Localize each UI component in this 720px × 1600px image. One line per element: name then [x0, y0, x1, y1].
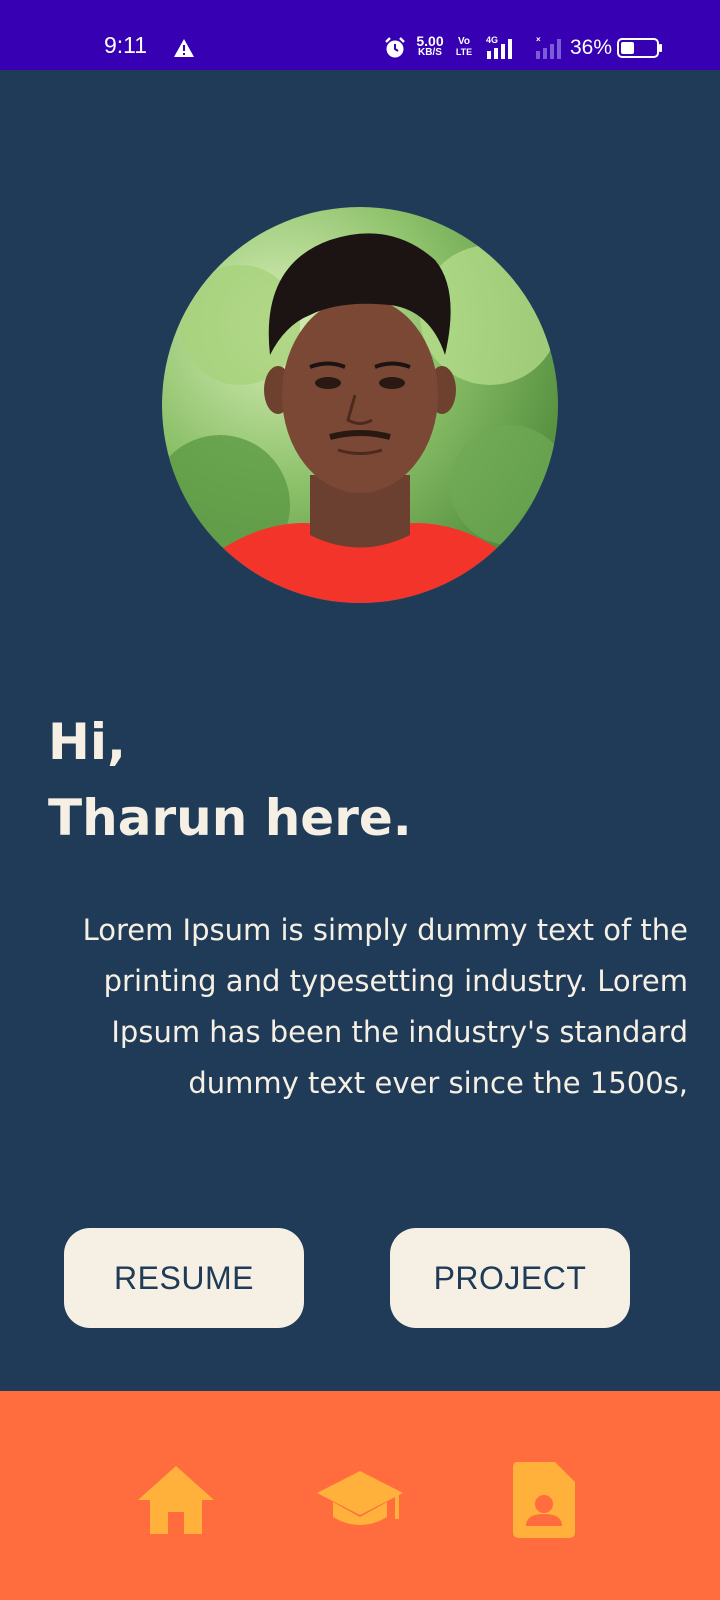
signal-sim2-icon: × — [536, 35, 561, 59]
project-button[interactable]: PROJECT — [390, 1228, 630, 1328]
battery-percentage: 36% — [570, 36, 613, 59]
greeting-line-1: Hi, — [48, 713, 126, 771]
status-bar: 9:11 5.00 KB/S Vo LTE 4G × 36% — [0, 0, 720, 70]
volte-bottom: LTE — [455, 47, 473, 57]
alarm-icon — [385, 37, 405, 58]
network-speed-value: 5.00 — [416, 33, 444, 49]
bottom-nav — [0, 1391, 720, 1600]
volte-indicator: Vo LTE — [452, 36, 476, 58]
warning-icon — [174, 39, 194, 57]
home-icon — [138, 1466, 214, 1534]
bio-text: Lorem Ipsum is simply dummy text of the … — [82, 913, 688, 1100]
profile-photo — [162, 207, 558, 603]
network-type-label: 4G — [486, 35, 498, 45]
status-time: 9:11 — [104, 32, 148, 58]
battery-icon — [617, 38, 662, 58]
graduation-cap-icon — [317, 1471, 403, 1525]
resume-button[interactable]: RESUME — [64, 1228, 304, 1328]
contact-card-icon — [513, 1462, 575, 1538]
home-screen: 9:11 5.00 KB/S Vo LTE 4G × 36% Hi, Tharu… — [0, 0, 720, 1600]
nav-item-contact[interactable] — [499, 1455, 589, 1545]
svg-text:×: × — [536, 35, 541, 44]
signal-4g-icon: 4G — [486, 35, 512, 59]
network-speed: 5.00 KB/S — [412, 33, 448, 59]
nav-item-home[interactable] — [131, 1455, 221, 1545]
nav-item-education[interactable] — [315, 1455, 405, 1545]
greeting-name: Tharun here. — [48, 789, 412, 847]
volte-top: Vo — [457, 36, 471, 47]
